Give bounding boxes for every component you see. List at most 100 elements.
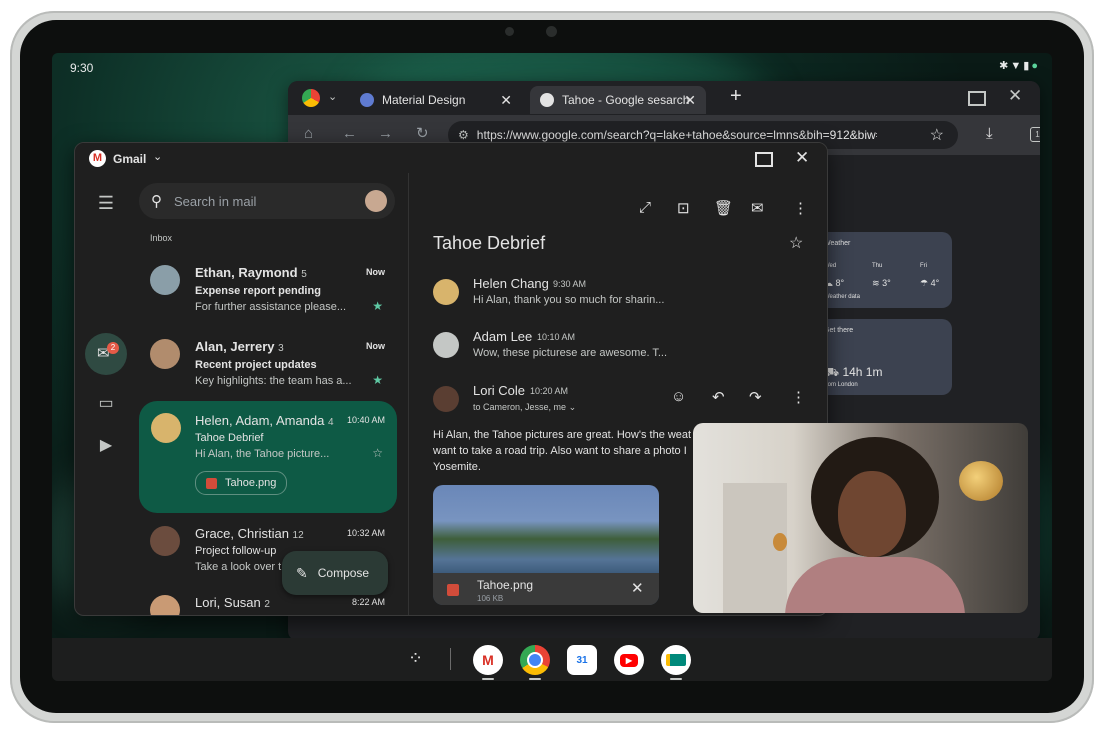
thread-subject: Project follow-up bbox=[195, 545, 277, 557]
tab-count-button[interactable]: 1 bbox=[1030, 127, 1040, 142]
thread-names: Alan, Jerrery 3 bbox=[195, 339, 284, 354]
download-icon[interactable]: ⤓ bbox=[986, 125, 993, 142]
taskbar: ⁘ M 31 ▶ bbox=[52, 638, 1052, 681]
thread-names: Ethan, Raymond 5 bbox=[195, 265, 307, 280]
chrome-app-icon[interactable] bbox=[520, 645, 550, 675]
message-time: 10:20 AM bbox=[530, 386, 569, 396]
emoji-react-icon[interactable]: ☺ bbox=[671, 388, 686, 405]
weather-source: Weather data bbox=[824, 294, 860, 300]
gmail-app-icon[interactable]: M bbox=[473, 645, 503, 675]
forward-icon[interactable]: ↷ bbox=[749, 388, 762, 406]
close-icon[interactable]: ✕ bbox=[631, 579, 644, 597]
status-time: 9:30 bbox=[70, 61, 94, 75]
list-item[interactable]: Ethan, Raymond 5 Now Expense report pend… bbox=[139, 257, 397, 327]
status-icons: ✱▼▮● bbox=[999, 59, 1040, 72]
star-outline-icon[interactable]: ☆ bbox=[372, 446, 383, 460]
close-tab-icon[interactable]: ✕ bbox=[684, 92, 696, 109]
star-filled-icon[interactable]: ★ bbox=[372, 373, 383, 387]
maximize-icon[interactable] bbox=[755, 152, 773, 167]
compose-button[interactable]: ✎ Compose bbox=[282, 551, 388, 595]
tab-tahoe-search[interactable]: Tahoe - Google sesarch ✕ bbox=[530, 86, 706, 114]
attachment-name: Tahoe.png bbox=[477, 578, 534, 592]
chrome-tabstrip: ⌄ Material Design ✕ Tahoe - Google sesar… bbox=[288, 81, 1040, 115]
weather-day: Thu bbox=[872, 263, 883, 269]
avatar bbox=[150, 339, 180, 369]
youtube-app-icon[interactable]: ▶ bbox=[614, 645, 644, 675]
gmail-titlebar: M Gmail ⌄ ✕ bbox=[75, 143, 827, 173]
star-filled-icon[interactable]: ★ bbox=[372, 299, 383, 313]
attachment-preview[interactable]: Tahoe.png 106 KB ✕ bbox=[433, 485, 659, 605]
more-vert-icon[interactable]: ⋮ bbox=[791, 388, 806, 406]
tab-material-design[interactable]: Material Design ✕ bbox=[350, 86, 522, 114]
pendant-lamp bbox=[959, 461, 1003, 501]
sender-name: Lori Cole bbox=[473, 383, 526, 398]
material-design-icon bbox=[360, 93, 374, 107]
close-window-icon[interactable]: ✕ bbox=[1008, 86, 1022, 106]
recipients[interactable]: to Cameron, Jesse, me ⌄ bbox=[473, 402, 576, 413]
menu-icon[interactable]: ☰ bbox=[84, 193, 128, 214]
site-settings-icon[interactable]: ⚙ bbox=[458, 128, 469, 142]
message-row[interactable]: Helen Chang 9:30 AM Hi Alan, thank you s… bbox=[409, 273, 827, 321]
mail-nav-button[interactable]: ✉ 2 bbox=[85, 333, 127, 375]
expand-icon[interactable]: ⤢ bbox=[639, 199, 651, 216]
star-outline-icon[interactable]: ☆ bbox=[789, 233, 803, 253]
account-avatar[interactable] bbox=[365, 190, 387, 212]
thread-snippet: Key highlights: the team has a... bbox=[195, 375, 352, 387]
sender-name: Helen Chang bbox=[473, 276, 549, 291]
chrome-menu-chevron-icon[interactable]: ⌄ bbox=[328, 90, 337, 103]
bookmark-star-icon[interactable]: ☆ bbox=[930, 125, 944, 145]
tab-label: Material Design bbox=[382, 93, 466, 107]
avatar bbox=[150, 265, 180, 295]
address-text: https://www.google.com/search?q=lake+tah… bbox=[476, 128, 877, 142]
message-row[interactable]: Adam Lee 10:10 AM Wow, these picturese a… bbox=[409, 326, 827, 374]
attachment-size: 106 KB bbox=[477, 594, 504, 603]
close-window-icon[interactable]: ✕ bbox=[795, 148, 809, 168]
new-tab-button[interactable]: + bbox=[730, 85, 742, 108]
caller-shoulders bbox=[785, 557, 965, 613]
app-launcher-icon[interactable]: ⁘ bbox=[408, 648, 423, 669]
search-placeholder: Search in mail bbox=[174, 193, 257, 209]
thread-names: Lori, Susan 2 bbox=[195, 595, 270, 610]
thread-subject: Tahoe Debrief bbox=[195, 432, 264, 444]
running-indicator bbox=[670, 678, 682, 680]
rain-icon: ☂ bbox=[920, 278, 929, 288]
maximize-icon[interactable] bbox=[968, 91, 986, 106]
chat-icon[interactable]: ▭ bbox=[84, 393, 128, 413]
mark-unread-icon[interactable]: ✉ bbox=[751, 199, 764, 217]
forward-icon[interactable]: → bbox=[378, 125, 393, 142]
avatar bbox=[150, 526, 180, 556]
delete-icon[interactable]: 🗑 bbox=[714, 199, 733, 217]
avatar bbox=[150, 595, 180, 615]
caller-face bbox=[838, 471, 906, 557]
directions-card[interactable]: Get there ⛟ 14h 1m from London bbox=[816, 319, 952, 395]
reply-icon[interactable]: ↶ bbox=[712, 388, 725, 406]
list-item-selected[interactable]: Helen, Adam, Amanda 4 10:40 AM Tahoe Deb… bbox=[139, 401, 397, 513]
mail-badge: 2 bbox=[107, 342, 119, 354]
avatar bbox=[433, 386, 459, 412]
running-indicator bbox=[482, 678, 494, 680]
meet-app-icon[interactable] bbox=[661, 645, 691, 675]
pencil-icon: ✎ bbox=[296, 564, 308, 581]
message-snippet: Hi Alan, thank you so much for sharin... bbox=[473, 294, 665, 306]
search-input[interactable]: ⚲ Search in mail bbox=[139, 183, 395, 219]
attachment-chip[interactable]: Tahoe.png bbox=[195, 471, 288, 495]
meet-video-icon[interactable]: ▶ bbox=[84, 435, 128, 455]
archive-icon[interactable]: ⊡ bbox=[677, 199, 690, 217]
calendar-app-icon[interactable]: 31 bbox=[567, 645, 597, 675]
attachment-bar: Tahoe.png 106 KB ✕ bbox=[433, 573, 659, 605]
pendant-lamp bbox=[773, 533, 787, 551]
chrome-logo-icon[interactable] bbox=[302, 89, 320, 107]
more-vert-icon[interactable]: ⋮ bbox=[793, 199, 808, 217]
sender-name: Adam Lee bbox=[473, 329, 533, 344]
video-call-pip[interactable] bbox=[693, 423, 1028, 613]
back-icon[interactable]: ← bbox=[342, 125, 357, 142]
home-icon[interactable]: ⌂ bbox=[304, 125, 313, 142]
image-file-icon bbox=[447, 584, 459, 596]
avatar bbox=[433, 279, 459, 305]
weather-card[interactable]: Weather Wed Thu Fri ☁ 8° ≋ 3° ☂ 4° Weath… bbox=[816, 232, 952, 308]
close-tab-icon[interactable]: ✕ bbox=[500, 92, 512, 109]
list-item[interactable]: Alan, Jerrery 3 Now Recent project updat… bbox=[139, 331, 397, 401]
weather-day: Fri bbox=[920, 263, 927, 269]
reload-icon[interactable]: ↻ bbox=[416, 124, 429, 142]
chevron-down-icon[interactable]: ⌄ bbox=[153, 150, 162, 163]
